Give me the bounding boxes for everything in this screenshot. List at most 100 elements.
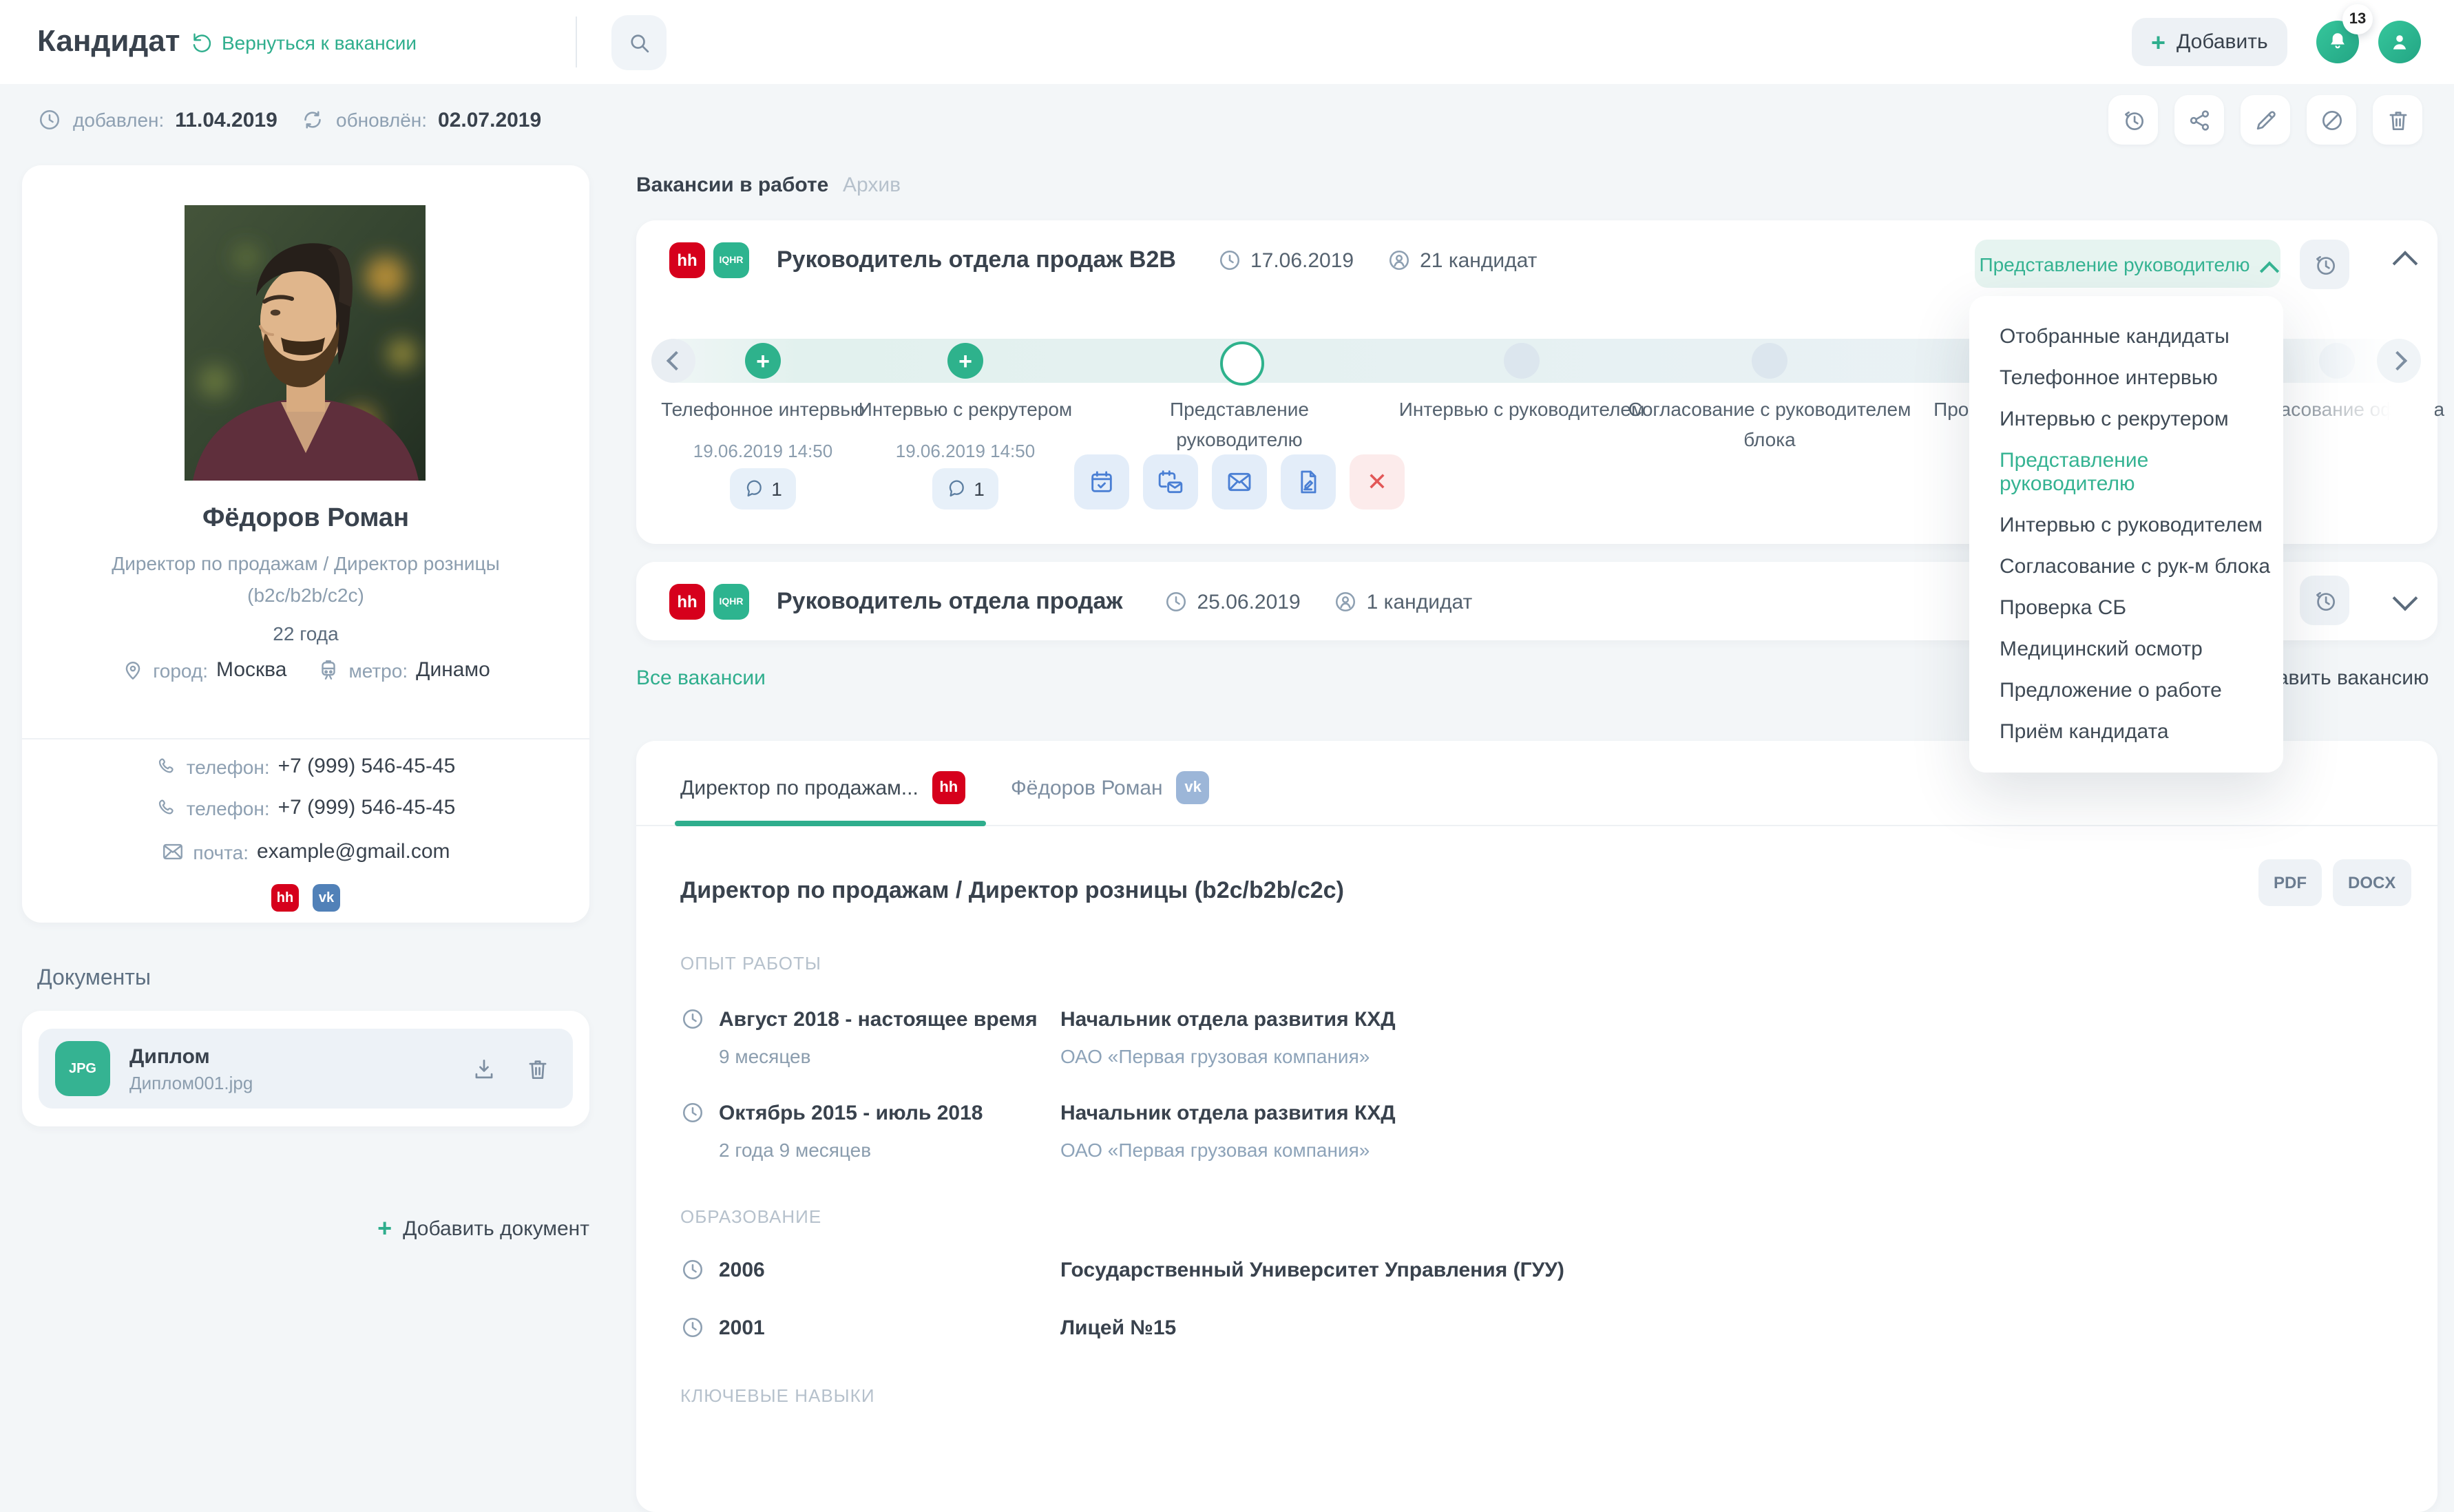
vacancy-2-title[interactable]: Руководитель отдела продаж — [777, 588, 1123, 616]
tab-archive[interactable]: Архив — [843, 174, 901, 197]
block-button[interactable] — [2307, 95, 2356, 145]
notifications-button[interactable]: 13 — [2316, 21, 2359, 63]
vacancy-2-header: hh IQHR Руководитель отдела продаж 25.06… — [669, 584, 1472, 620]
refresh-icon — [300, 107, 325, 132]
dropdown-item[interactable]: Телефонное интервью — [2000, 366, 2283, 390]
pipeline-prev-button[interactable] — [651, 339, 695, 383]
edit-document-button[interactable] — [1281, 454, 1336, 510]
stage-select[interactable]: Представление руководителю — [1975, 240, 2280, 288]
documents-heading: Документы — [37, 967, 151, 991]
candidate-location: город:Москва метро:Динамо — [22, 658, 589, 682]
add-button[interactable]: + Добавить — [2132, 18, 2287, 66]
vacancy-1-title[interactable]: Руководитель отдела продаж B2B — [777, 246, 1176, 274]
experience-1-duration: 9 месяцев — [719, 1045, 811, 1067]
resume-tab-2[interactable]: Фёдоров Роман vk — [1011, 771, 1210, 804]
document-item[interactable]: JPG Диплом Диплом001.jpg — [39, 1029, 573, 1109]
stage-1-comments[interactable]: 1 — [730, 468, 796, 510]
search-button[interactable] — [611, 15, 667, 70]
document-name: Диплом — [129, 1044, 471, 1068]
send-email-button[interactable] — [1212, 454, 1267, 510]
dropdown-item[interactable]: Интервью с рекрутером — [2000, 408, 2283, 431]
share-icon — [2186, 107, 2212, 133]
stage-2-circle[interactable]: + — [947, 343, 983, 379]
pipeline-next-button[interactable] — [2377, 339, 2421, 383]
resume-tab-1[interactable]: Директор по продажам... hh — [680, 771, 965, 804]
stage-1-circle[interactable]: + — [745, 343, 781, 379]
candidate-position: Директор по продажам / Директор розницы … — [83, 548, 529, 611]
added-date: добавлен:11.04.2019 — [37, 107, 277, 132]
candidate-phone-2: телефон:+7 (999) 546-45-45 — [22, 796, 589, 819]
reject-button[interactable]: ✕ — [1350, 454, 1405, 510]
candidate-email: почта:example@gmail.com — [22, 840, 589, 863]
skills-heading: КЛЮЧЕВЫЕ НАВЫКИ — [680, 1385, 875, 1406]
history-icon — [2120, 107, 2146, 133]
page-title: Кандидат — [37, 23, 180, 59]
tab-vacancies-active[interactable]: Вакансии в работе — [636, 174, 828, 197]
candidate-photo — [185, 205, 426, 481]
stage-2-label: Интервью с рекрутером — [841, 394, 1089, 424]
add-document-link[interactable]: + Добавить документ — [377, 1215, 589, 1243]
divider — [22, 738, 589, 739]
dropdown-item-selected[interactable]: Представление руководителю — [2000, 449, 2283, 496]
stage-5-circle[interactable] — [1752, 343, 1787, 379]
share-button[interactable] — [2174, 95, 2224, 145]
back-to-vacancy-link[interactable]: Вернуться к вакансии — [189, 30, 417, 54]
stage-4-label: Интервью с руководителем — [1398, 394, 1646, 424]
vacancy-1-history-button[interactable] — [2300, 240, 2349, 289]
stage-2-comments[interactable]: 1 — [932, 468, 998, 510]
hh-icon: hh — [932, 771, 965, 804]
export-docx-button[interactable]: DOCX — [2333, 859, 2411, 906]
clock-icon — [1164, 589, 1189, 614]
stage-3-label: Представление руководителю — [1115, 394, 1363, 454]
dropdown-item[interactable]: Проверка СБ — [2000, 596, 2283, 620]
experience-1-company: ОАО «Первая грузовая компания» — [1060, 1045, 1370, 1067]
hh-icon[interactable]: hh — [271, 884, 299, 912]
education-1-school: Государственный Университет Управления (… — [1060, 1259, 1564, 1282]
stage-2-date: 19.06.2019 14:50 — [841, 441, 1089, 461]
schedule-interview-button[interactable] — [1074, 454, 1129, 510]
dropdown-item[interactable]: Интервью с руководителем — [2000, 514, 2283, 537]
delete-button[interactable] — [2373, 95, 2422, 145]
experience-1-position: Начальник отдела развития КХД — [1060, 1008, 1396, 1031]
experience-1-period: Август 2018 - настоящее время — [719, 1008, 1038, 1031]
dropdown-item[interactable]: Предложение о работе — [2000, 679, 2283, 702]
vacancy-2-candidates: 1 кандидат — [1367, 590, 1473, 613]
candidate-page: Кандидат Вернуться к вакансии + Добавить… — [0, 0, 2454, 1410]
dropdown-item[interactable]: Отобранные кандидаты — [2000, 325, 2283, 348]
envelope-icon — [1226, 468, 1253, 496]
metro-icon — [317, 658, 340, 682]
dropdown-item[interactable]: Согласование с рук-м блока — [2000, 555, 2283, 578]
export-pdf-button[interactable]: PDF — [2258, 859, 2322, 906]
vacancy-2-expand-chevron[interactable] — [2396, 589, 2414, 607]
download-icon[interactable] — [471, 1056, 497, 1082]
document-filename: Диплом001.jpg — [129, 1072, 471, 1093]
chat-icon — [744, 478, 766, 500]
calendar-invite-button[interactable] — [1143, 454, 1198, 510]
education-1-year: 2006 — [719, 1259, 765, 1282]
trash-icon[interactable] — [525, 1056, 551, 1082]
ban-icon — [2318, 107, 2345, 133]
experience-heading: ОПЫТ РАБОТЫ — [680, 953, 821, 974]
stage-3-circle[interactable] — [1220, 342, 1264, 386]
all-vacancies-link[interactable]: Все вакансии — [636, 666, 766, 690]
vacancy-1-collapse-chevron[interactable] — [2396, 251, 2414, 269]
dropdown-item[interactable]: Приём кандидата — [2000, 720, 2283, 744]
mail-icon — [161, 840, 185, 863]
stage-dropdown-menu: Отобранные кандидаты Телефонное интервью… — [1969, 296, 2283, 773]
history-button[interactable] — [2108, 95, 2158, 145]
education-heading: ОБРАЗОВАНИЕ — [680, 1206, 821, 1227]
resume-title: Директор по продажам / Директор розницы … — [680, 877, 1344, 905]
vk-icon[interactable]: vk — [313, 884, 340, 912]
stage-7-circle[interactable] — [2319, 343, 2355, 379]
dropdown-item[interactable]: Медицинский осмотр — [2000, 638, 2283, 661]
vacancy-2-history-button[interactable] — [2300, 576, 2349, 625]
hh-icon: hh — [669, 242, 705, 278]
profile-avatar[interactable] — [2378, 21, 2421, 63]
clock-icon — [680, 1100, 705, 1125]
vacancy-2-date: 25.06.2019 — [1197, 590, 1301, 613]
stage-3-actions: ✕ — [1074, 454, 1405, 510]
edit-button[interactable] — [2241, 95, 2290, 145]
stage-4-circle[interactable] — [1504, 343, 1540, 379]
jpg-badge: JPG — [55, 1041, 110, 1096]
education-2-school: Лицей №15 — [1060, 1316, 1176, 1340]
